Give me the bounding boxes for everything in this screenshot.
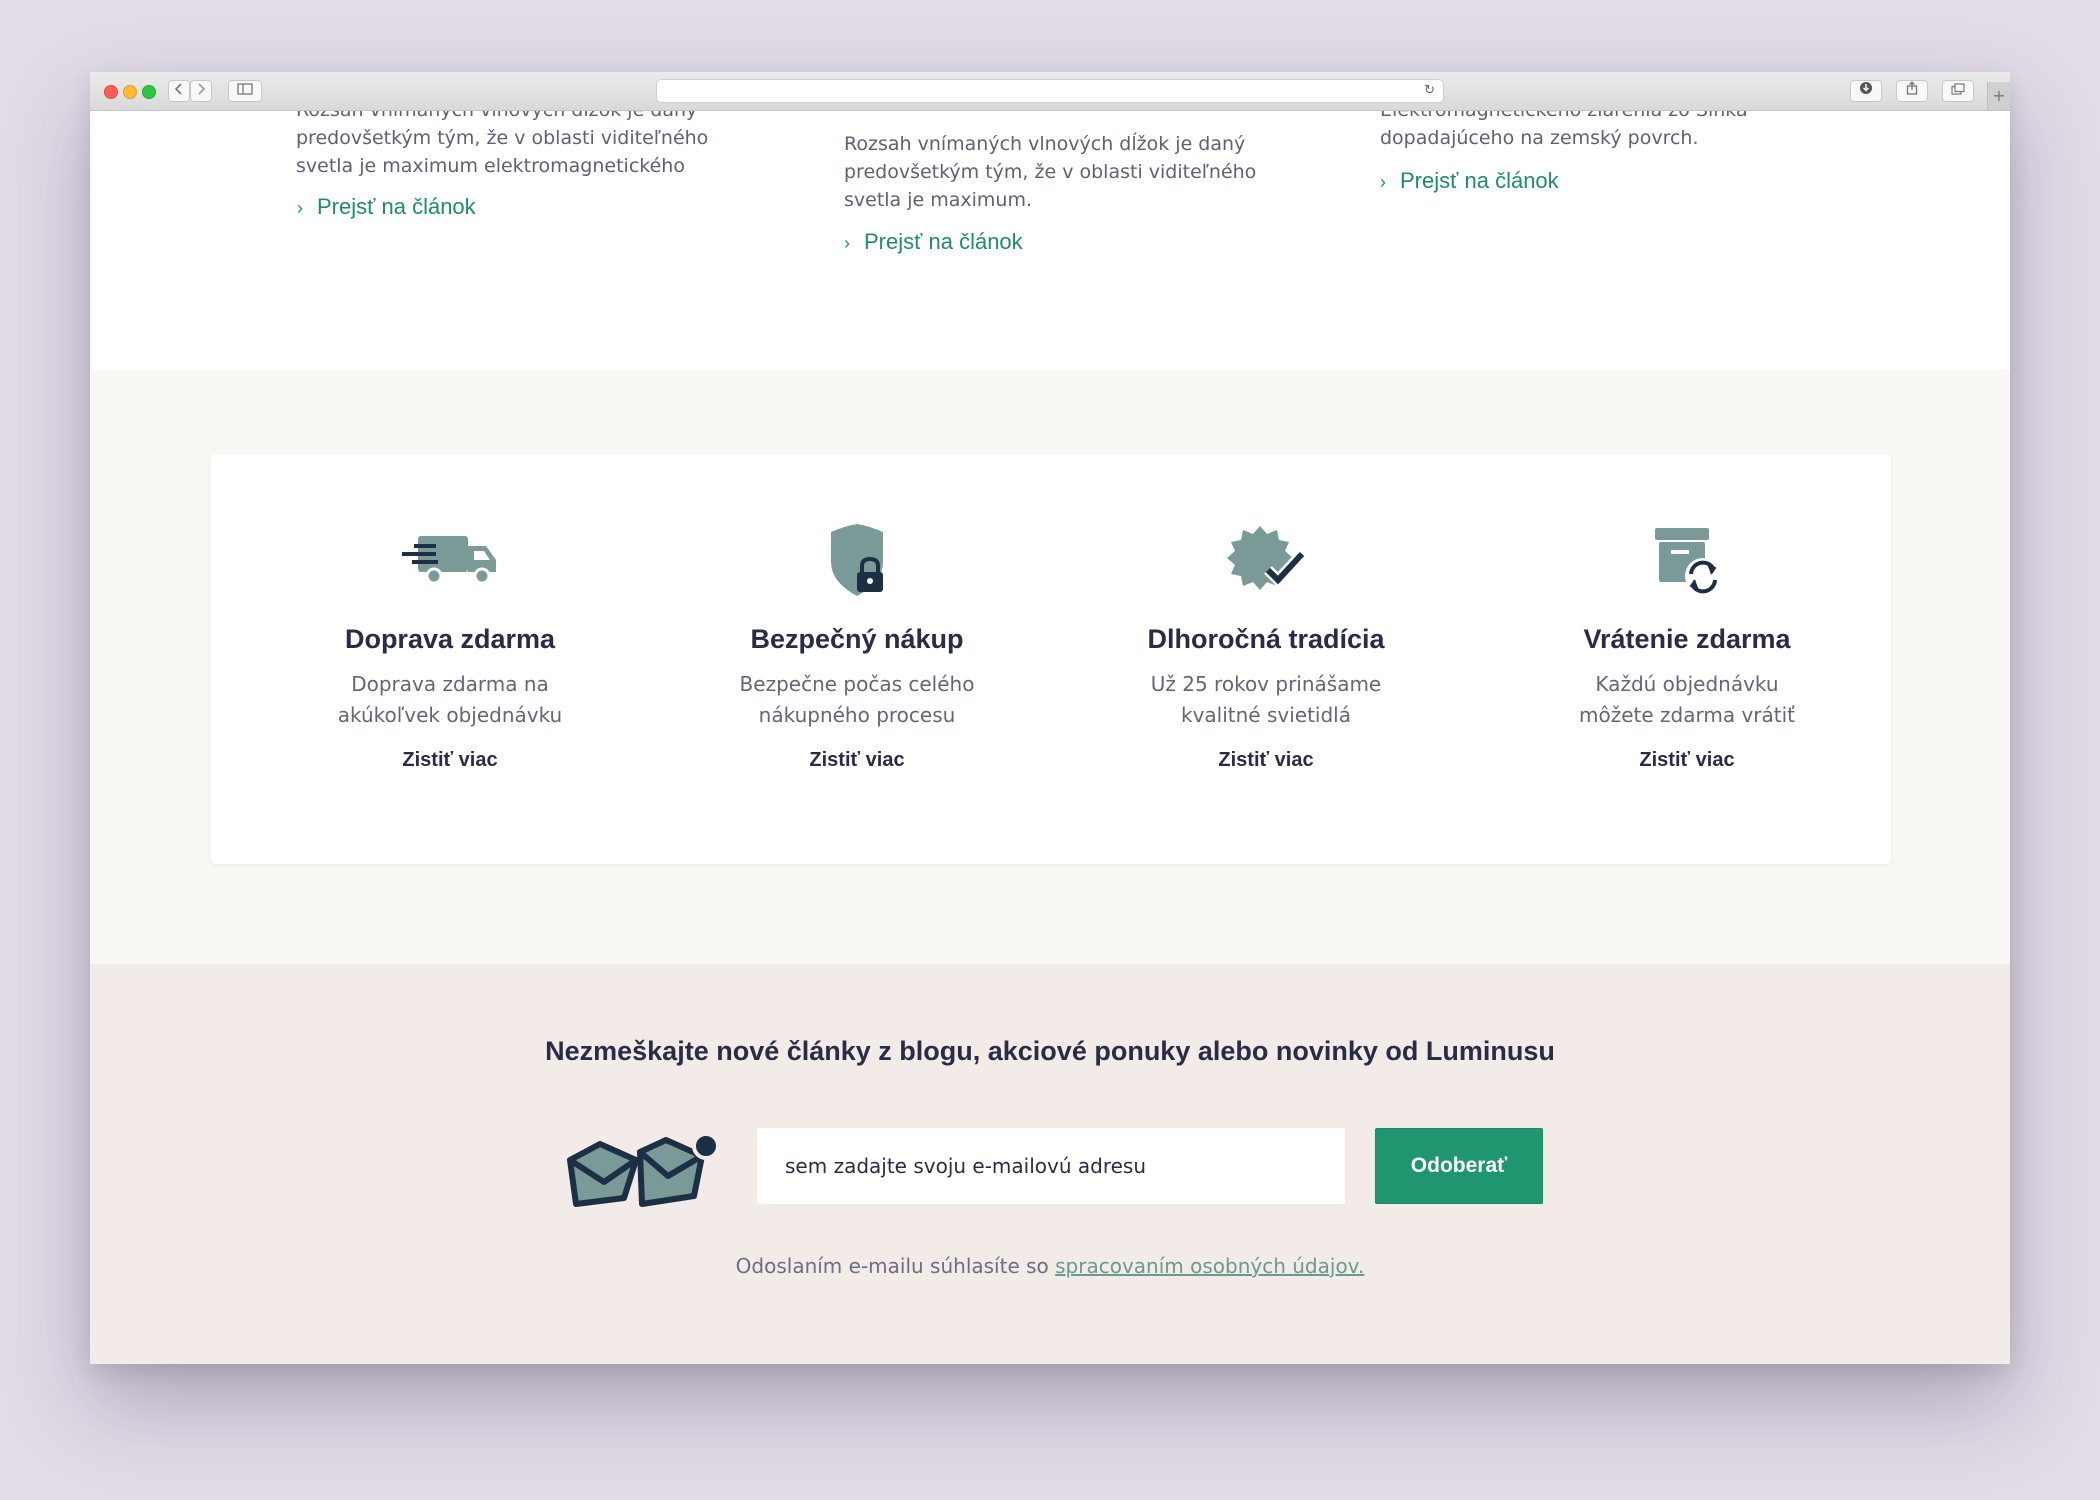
article-1-line-3: svetla je maximum elektromagnetického <box>296 155 685 177</box>
feature-long-tradition: Dlhoročná tradícia Už 25 rokov prinášame… <box>1086 524 1446 772</box>
return-box-icon <box>1655 528 1721 594</box>
newsletter-section: Nezmeškajte nové články z blogu, akciové… <box>90 964 2010 1364</box>
envelopes-icon <box>567 1132 720 1207</box>
feature-description-line-1: Už 25 rokov prinášame <box>1150 672 1382 696</box>
download-icon <box>1860 82 1872 94</box>
feature-description: Bezpečne počas celého nákupného procesu <box>677 669 1037 731</box>
feature-description-line-2: môžete zdarma vrátiť <box>1579 703 1795 727</box>
article-3-excerpt: Elektromagnetického žiarenia zo Slnka do… <box>1380 110 1800 152</box>
share-icon <box>1906 81 1918 95</box>
new-tab-button[interactable]: + <box>1987 82 2010 110</box>
feature-description-line-1: Každú objednávku <box>1595 672 1779 696</box>
newsletter-title: Nezmeškajte nové články z blogu, akciové… <box>545 1036 1555 1066</box>
feature-description-line-2: kvalitné svietidlá <box>1181 703 1351 727</box>
article-1-link[interactable]: › Prejsť na článok <box>297 194 476 220</box>
tabs-icon <box>1951 83 1965 95</box>
features-section: Doprava zdarma Doprava zdarma na akúkoľv… <box>90 370 2010 964</box>
subscribe-button[interactable]: Odoberať <box>1375 1128 1543 1204</box>
chevron-right-icon: › <box>1380 172 1386 192</box>
feature-free-returns: Vrátenie zdarma Každú objednávku môžete … <box>1507 524 1867 772</box>
article-2-line-1: Rozsah vnímaných vlnových dĺžok je daný <box>844 133 1246 155</box>
feature-description-line-1: Bezpečne počas celého <box>739 672 975 696</box>
learn-more-link[interactable]: Zistiť viac <box>1218 749 1313 772</box>
browser-window: ↻ + Rozsah vnímaných vlnových dĺžok je d… <box>90 72 2010 1364</box>
articles-section: Rozsah vnímaných vlnových dĺžok je daný … <box>90 110 2010 370</box>
feature-title: Doprava zdarma <box>344 624 556 654</box>
feature-description-line-2: nákupného procesu <box>758 703 956 727</box>
shield-lock-icon <box>831 524 883 596</box>
chevron-right-icon: › <box>297 198 303 218</box>
browser-toolbar: ↻ + <box>90 72 2010 111</box>
email-input[interactable] <box>757 1128 1345 1204</box>
badge-check-icon <box>1227 526 1307 590</box>
feature-description-line-1: Doprava zdarma na <box>351 672 549 696</box>
reload-icon[interactable]: ↻ <box>1424 83 1435 98</box>
consent-notice: Odoslaním e-mailu súhlasíte so spracovan… <box>90 1254 2010 1278</box>
article-3-line-1: Elektromagnetického žiarenia zo Slnka <box>1380 110 1748 121</box>
sidebar-button[interactable] <box>228 80 262 102</box>
article-3-link-label: Prejsť na článok <box>1400 168 1559 193</box>
article-2-link-label: Prejsť na článok <box>864 229 1023 254</box>
learn-more-link[interactable]: Zistiť viac <box>402 749 497 772</box>
share-button[interactable] <box>1896 80 1928 102</box>
feature-title: Dlhoročná tradícia <box>1147 624 1385 654</box>
article-1-line-1: Rozsah vnímaných vlnových dĺžok je daný <box>296 110 698 121</box>
chevron-left-icon <box>174 83 182 95</box>
feature-description-line-2: akúkoľvek objednávku <box>337 703 563 727</box>
article-2-link[interactable]: › Prejsť na článok <box>844 229 1023 255</box>
address-bar[interactable]: ↻ <box>656 79 1444 103</box>
sidebar-icon <box>237 83 253 95</box>
learn-more-link[interactable]: Zistiť viac <box>809 749 904 772</box>
privacy-policy-link[interactable]: spracovaním osobných údajov. <box>1055 1254 1364 1278</box>
feature-title: Bezpečný nákup <box>750 624 964 654</box>
feature-free-shipping: Doprava zdarma Doprava zdarma na akúkoľv… <box>270 524 630 772</box>
article-2-excerpt: Rozsah vnímaných vlnových dĺžok je daný … <box>844 130 1264 214</box>
zoom-window-button[interactable] <box>142 85 156 99</box>
features-card: Doprava zdarma Doprava zdarma na akúkoľv… <box>211 454 1891 864</box>
feature-description: Doprava zdarma na akúkoľvek objednávku <box>270 669 630 731</box>
feature-description: Každú objednávku môžete zdarma vrátiť <box>1507 669 1867 731</box>
article-1-link-label: Prejsť na článok <box>317 194 476 219</box>
learn-more-link[interactable]: Zistiť viac <box>1639 749 1734 772</box>
chevron-right-icon <box>198 83 206 95</box>
article-3-line-2: dopadajúceho na zemský povrch. <box>1380 127 1699 149</box>
feature-title: Vrátenie zdarma <box>1583 624 1791 654</box>
article-1-excerpt: Rozsah vnímaných vlnových dĺžok je daný … <box>296 110 716 180</box>
tabs-overview-button[interactable] <box>1942 80 1974 102</box>
chevron-right-icon: › <box>844 233 850 253</box>
close-window-button[interactable] <box>104 85 118 99</box>
download-button[interactable] <box>1850 80 1882 102</box>
page-content: Rozsah vnímaných vlnových dĺžok je daný … <box>90 110 2010 1364</box>
minimize-window-button[interactable] <box>123 85 137 99</box>
forward-button[interactable] <box>190 80 212 102</box>
feature-secure-purchase: Bezpečný nákup Bezpečne počas celého nák… <box>677 524 1037 772</box>
article-1-line-2: predovšetkým tým, že v oblasti viditeľné… <box>296 127 709 149</box>
delivery-truck-icon <box>402 536 496 585</box>
article-3-link[interactable]: › Prejsť na článok <box>1380 168 1559 194</box>
back-button[interactable] <box>168 80 190 102</box>
article-2-line-3: svetla je maximum. <box>844 189 1033 211</box>
article-2-line-2: predovšetkým tým, že v oblasti viditeľné… <box>844 161 1257 183</box>
feature-description: Už 25 rokov prinášame kvalitné svietidlá <box>1086 669 1446 731</box>
consent-text: Odoslaním e-mailu súhlasíte so <box>735 1254 1056 1278</box>
